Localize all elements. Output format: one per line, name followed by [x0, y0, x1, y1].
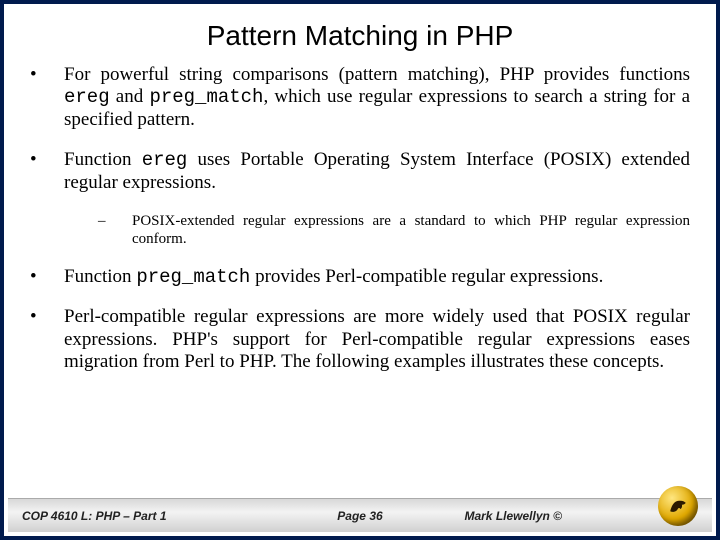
bullet-marker: • — [30, 306, 64, 373]
bullet-text: For powerful string comparisons (pattern… — [64, 64, 690, 131]
text-fragment: and — [110, 86, 150, 107]
sub-bullet-marker: – — [98, 212, 132, 248]
bullet-text: Function preg_match provides Perl-compat… — [64, 266, 690, 288]
slide: Pattern Matching in PHP • For powerful s… — [0, 0, 720, 540]
bullet-item: • Perl-compatible regular expressions ar… — [30, 306, 690, 373]
footer: COP 4610 L: PHP – Part 1 Page 36 Mark Ll… — [8, 498, 712, 532]
text-fragment: For powerful string comparisons (pattern… — [64, 64, 690, 85]
bullet-item: • Function ereg uses Portable Operating … — [30, 149, 690, 194]
text-fragment: provides Perl-compatible regular express… — [250, 266, 603, 287]
code-fragment: ereg — [142, 149, 188, 171]
slide-title: Pattern Matching in PHP — [4, 20, 716, 52]
text-fragment: Function — [64, 149, 142, 170]
code-fragment: preg_match — [149, 86, 263, 108]
bullet-marker: • — [30, 149, 64, 194]
bullet-item: • For powerful string comparisons (patte… — [30, 64, 690, 131]
bullet-item: • Function preg_match provides Perl-comp… — [30, 266, 690, 288]
bullet-text: Function ereg uses Portable Operating Sy… — [64, 149, 690, 194]
text-fragment: Function — [64, 266, 136, 287]
bullet-marker: • — [30, 266, 64, 288]
slide-content: • For powerful string comparisons (patte… — [4, 64, 716, 536]
pegasus-icon — [665, 493, 691, 519]
code-fragment: ereg — [64, 86, 110, 108]
ucf-logo-icon — [658, 486, 698, 526]
code-fragment: preg_match — [136, 266, 250, 288]
bullet-marker: • — [30, 64, 64, 131]
footer-center: Page 36 — [276, 509, 445, 523]
sub-bullet-item: – POSIX-extended regular expressions are… — [98, 212, 690, 248]
footer-left: COP 4610 L: PHP – Part 1 — [8, 509, 276, 523]
sub-bullet-text: POSIX-extended regular expressions are a… — [132, 212, 690, 248]
bullet-text: Perl-compatible regular expressions are … — [64, 306, 690, 373]
